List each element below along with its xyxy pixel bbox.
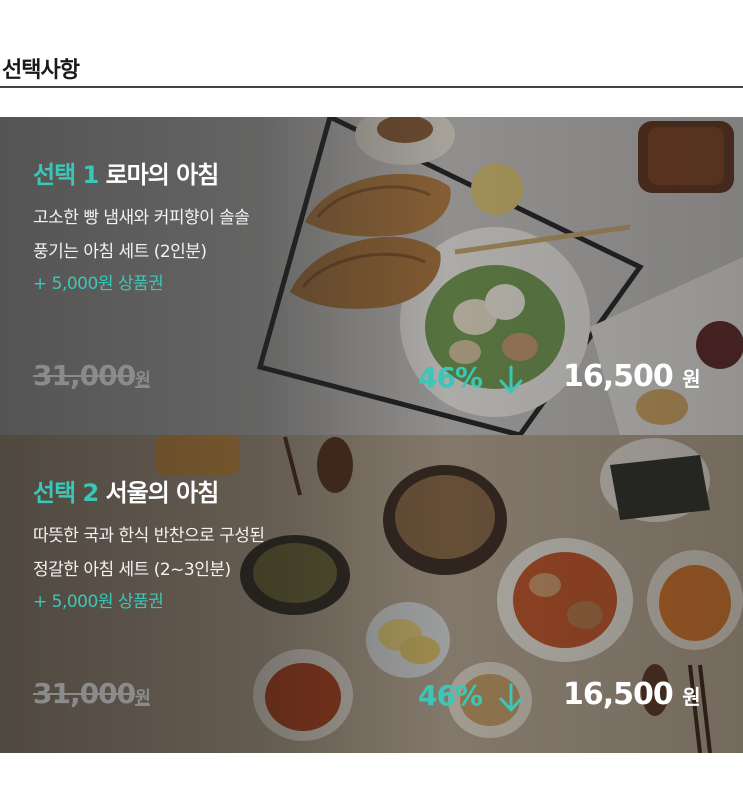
original-price: 31,000원 [33, 359, 151, 392]
option-card-1[interactable]: 선택 1 로마의 아침 고소한 빵 냄새와 커피향이 솔솔 풍기는 아침 세트 … [0, 117, 743, 435]
sale-price-unit: 원 [682, 367, 700, 391]
option-card-2[interactable]: 선택 2 서울의 아침 따뜻한 국과 한식 반찬으로 구성된 정갈한 아침 세트… [0, 435, 743, 753]
original-price-value: 31,000 [33, 677, 136, 710]
voucher-bonus: + 5,000원 상품권 [33, 274, 164, 294]
discount-rate: 46% [418, 361, 483, 394]
original-price-unit: 원 [135, 688, 151, 708]
option-name: 서울의 아침 [105, 479, 220, 507]
option-title: 선택 2 서울의 아침 [33, 473, 220, 508]
sale-price-value: 16,500 [563, 359, 674, 394]
original-price-unit: 원 [135, 370, 151, 390]
option-description-line2: 풍기는 아침 세트 (2인분) [33, 242, 207, 262]
option-description-line1: 고소한 빵 냄새와 커피향이 솔솔 [33, 208, 250, 228]
section-header: 선택사항 [0, 0, 743, 88]
voucher-bonus: + 5,000원 상품권 [33, 592, 164, 612]
original-price: 31,000원 [33, 677, 151, 710]
down-arrow-icon [499, 683, 523, 712]
sale-price: 16,500 원 [563, 677, 701, 712]
discount-rate: 46% [418, 679, 483, 712]
option-label: 선택 1 [33, 161, 99, 189]
sale-price: 16,500 원 [563, 359, 701, 394]
option-name: 로마의 아침 [105, 161, 220, 189]
option-title: 선택 1 로마의 아침 [33, 155, 220, 190]
sale-price-unit: 원 [682, 685, 700, 709]
option-description-line2: 정갈한 아침 세트 (2~3인분) [33, 560, 231, 580]
option-description-line1: 따뜻한 국과 한식 반찬으로 구성된 [33, 526, 265, 546]
down-arrow-icon [499, 365, 523, 394]
sale-price-value: 16,500 [563, 677, 674, 712]
original-price-value: 31,000 [33, 359, 136, 392]
option-label: 선택 2 [33, 479, 99, 507]
section-title: 선택사항 [2, 58, 80, 83]
